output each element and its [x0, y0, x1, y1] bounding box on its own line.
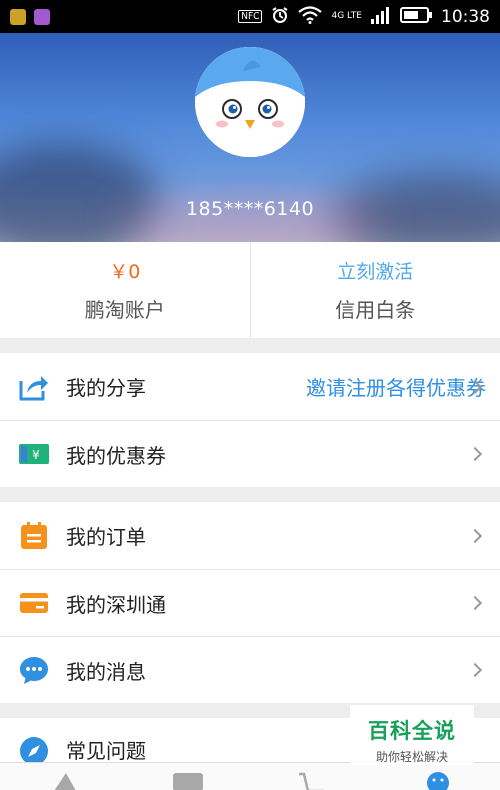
avatar[interactable] [195, 47, 305, 157]
clock: 10:38 [441, 6, 490, 27]
gallery-notification-icon [34, 8, 50, 25]
nfc-indicator: NFC [238, 10, 263, 23]
menu-item-label: 我的消息 [66, 659, 146, 684]
order-icon [18, 520, 50, 552]
menu-item-my-orders[interactable]: 我的订单 [0, 502, 500, 569]
pengtao-account-cell[interactable]: ￥0 鹏淘账户 [0, 242, 250, 338]
alarm-icon [271, 6, 289, 28]
account-balance: ￥0 [109, 261, 141, 283]
menu-item-my-share[interactable]: 我的分享 邀请注册各得优惠券 [0, 353, 500, 420]
account-balance-label: 鹏淘账户 [84, 298, 165, 322]
network-type-label: 4G LTE [331, 11, 362, 21]
notification-app-icon [10, 8, 26, 25]
account-summary: ￥0 鹏淘账户 立刻激活 信用白条 [0, 242, 500, 338]
battery-icon [400, 6, 432, 28]
tab-home-icon[interactable] [52, 771, 78, 790]
profile-header: 185****6140 [0, 33, 500, 242]
activate-now-link[interactable]: 立刻激活 [337, 257, 413, 284]
coupon-icon: ¥ [18, 438, 50, 470]
watermark-subtitle: 助你轻松解决 [375, 750, 448, 764]
bottom-tab-bar [0, 762, 500, 790]
tab-profile-icon[interactable] [426, 771, 450, 790]
card-icon [18, 587, 50, 619]
user-phone-number: 185****6140 [185, 198, 315, 220]
bird-mascot-icon [195, 47, 305, 157]
invite-promo-text[interactable]: 邀请注册各得优惠券 [306, 372, 486, 401]
menu-item-label: 我的分享 [66, 376, 146, 400]
chevron-right-icon [467, 528, 483, 543]
menu-item-label: 我的优惠券 [66, 443, 166, 468]
status-bar: NFC 4G LTE 10:38 [0, 0, 500, 33]
compass-icon [18, 735, 50, 762]
tab-cart-icon[interactable] [298, 771, 328, 790]
menu-item-my-messages[interactable]: 我的消息 [0, 636, 500, 703]
credit-iou-cell[interactable]: 立刻激活 信用白条 [249, 242, 500, 338]
menu-item-label: 我的订单 [66, 525, 146, 549]
tab-category-icon[interactable] [172, 771, 204, 790]
watermark-title: 百科全说 [368, 719, 456, 743]
chevron-right-icon [467, 446, 483, 462]
menu-item-my-coupons[interactable]: ¥ 我的优惠券 [0, 420, 500, 487]
credit-iou-label: 信用白条 [335, 298, 416, 322]
chevron-right-icon [467, 662, 483, 678]
wifi-icon [298, 5, 323, 28]
site-watermark: 百科全说 助你轻松解决 [350, 705, 474, 765]
svg-text:¥: ¥ [32, 448, 40, 462]
menu-item-label: 我的深圳通 [66, 592, 166, 617]
menu-item-label: 常见问题 [66, 739, 146, 762]
signal-icon [371, 6, 391, 28]
menu-item-shenzhen-tong[interactable]: 我的深圳通 [0, 569, 500, 636]
menu-group-orders: 我的订单 我的深圳通 我的消息 [0, 502, 500, 703]
chevron-right-icon [467, 595, 483, 611]
share-icon [18, 371, 50, 403]
message-icon [18, 654, 50, 686]
menu-group-share: 我的分享 邀请注册各得优惠券 ¥ 我的优惠券 [0, 353, 500, 487]
